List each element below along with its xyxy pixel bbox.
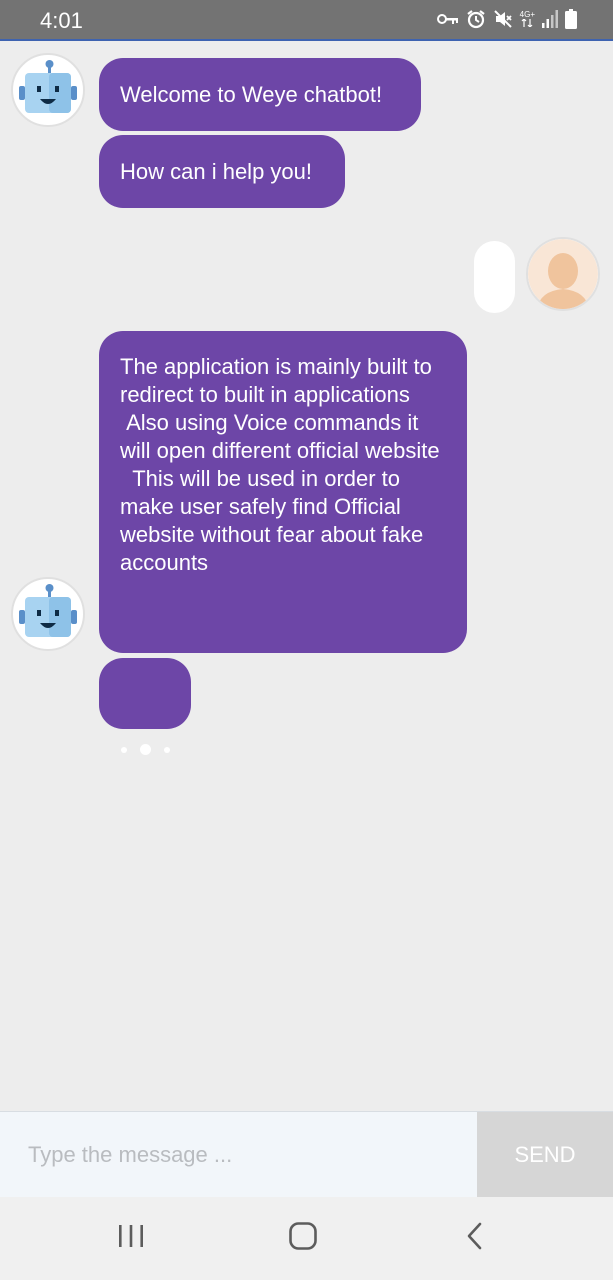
bot-message-bubble: How can i help you! bbox=[99, 135, 345, 208]
signal-icon bbox=[542, 10, 558, 28]
network-type-label: 4G+ bbox=[519, 10, 535, 19]
bot-avatar bbox=[11, 577, 85, 651]
navigation-bar bbox=[0, 1197, 613, 1280]
back-button[interactable] bbox=[430, 1197, 520, 1280]
robot-icon bbox=[13, 579, 83, 649]
bot-message-bubble: The application is mainly built to redir… bbox=[99, 331, 467, 653]
data-arrows-icon bbox=[521, 19, 533, 27]
mute-icon bbox=[493, 9, 513, 29]
recent-apps-icon bbox=[117, 1223, 145, 1254]
bot-avatar bbox=[11, 53, 85, 127]
typing-indicator bbox=[99, 658, 191, 755]
user-avatar bbox=[526, 237, 600, 311]
home-button[interactable] bbox=[258, 1197, 348, 1280]
typing-dot bbox=[139, 744, 151, 755]
robot-icon bbox=[13, 55, 83, 125]
status-bar: 4:01 4G+ bbox=[0, 0, 613, 41]
message-input[interactable] bbox=[0, 1112, 477, 1197]
status-time: 4:01 bbox=[40, 8, 83, 33]
battery-icon bbox=[565, 9, 577, 29]
back-icon bbox=[465, 1221, 485, 1256]
home-icon bbox=[288, 1221, 318, 1256]
typing-dot bbox=[163, 746, 170, 753]
alarm-icon bbox=[466, 9, 486, 29]
typing-dot bbox=[120, 746, 127, 753]
chat-area[interactable]: Welcome to Weye chatbot! How can i help … bbox=[0, 43, 613, 1111]
message-composer: SEND bbox=[0, 1111, 613, 1197]
user-message-bubble bbox=[474, 241, 515, 313]
status-icons: 4G+ bbox=[436, 9, 577, 29]
recent-apps-button[interactable] bbox=[86, 1197, 176, 1280]
bot-message-bubble: Welcome to Weye chatbot! bbox=[99, 58, 421, 131]
network-indicator: 4G+ bbox=[520, 11, 535, 27]
send-button[interactable]: SEND bbox=[477, 1112, 613, 1197]
vpn-key-icon bbox=[436, 12, 459, 26]
user-avatar-icon bbox=[528, 239, 598, 309]
